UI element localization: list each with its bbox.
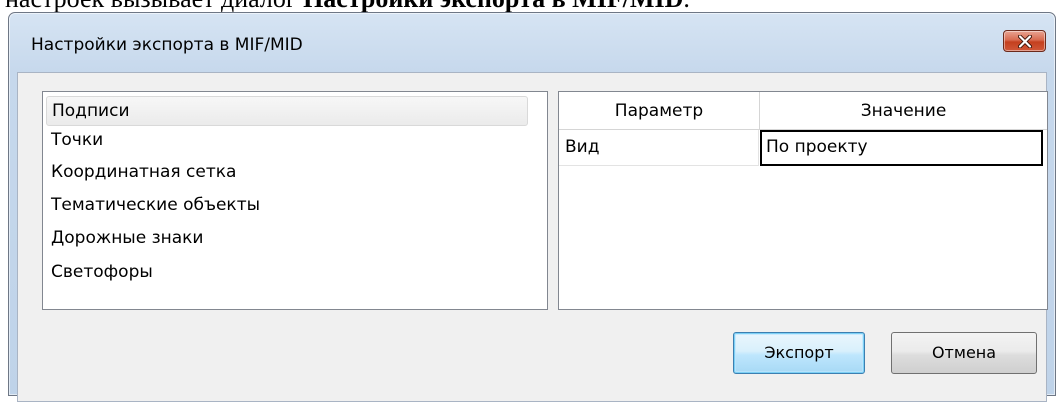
list-item-koordinatnaya-setka[interactable]: Координатная сетка [46, 158, 528, 188]
export-button[interactable]: Экспорт [733, 332, 865, 374]
window-title: Настройки экспорта в MIF/MID [31, 35, 303, 55]
list-item-dorozhnye-znaki[interactable]: Дорожные знаки [46, 224, 528, 254]
column-header-value[interactable]: Значение [760, 92, 1047, 130]
close-button[interactable] [1003, 30, 1046, 52]
dialog-client-area: Подписи Точки Координатная сетка Тематич… [17, 72, 1048, 402]
list-item-svetofory[interactable]: Светофоры [46, 258, 528, 288]
cancel-button[interactable]: Отмена [891, 332, 1037, 374]
property-name-cell[interactable]: Вид [559, 130, 759, 166]
close-icon [1018, 35, 1032, 48]
property-value-cell[interactable]: По проекту [760, 130, 1043, 166]
export-settings-dialog: Настройки экспорта в MIF/MID Подписи Точ… [8, 12, 1056, 402]
list-item-podpisi[interactable]: Подписи [46, 96, 528, 126]
title-bar[interactable]: Настройки экспорта в MIF/MID [9, 13, 1055, 71]
category-list: Подписи Точки Координатная сетка Тематич… [42, 91, 548, 310]
properties-grid: Параметр Значение Вид По проекту [558, 91, 1048, 310]
list-item-tematicheskie-obekty[interactable]: Тематические объекты [46, 191, 528, 221]
list-item-tochki[interactable]: Точки [46, 126, 528, 156]
column-header-parameter[interactable]: Параметр [559, 92, 760, 130]
